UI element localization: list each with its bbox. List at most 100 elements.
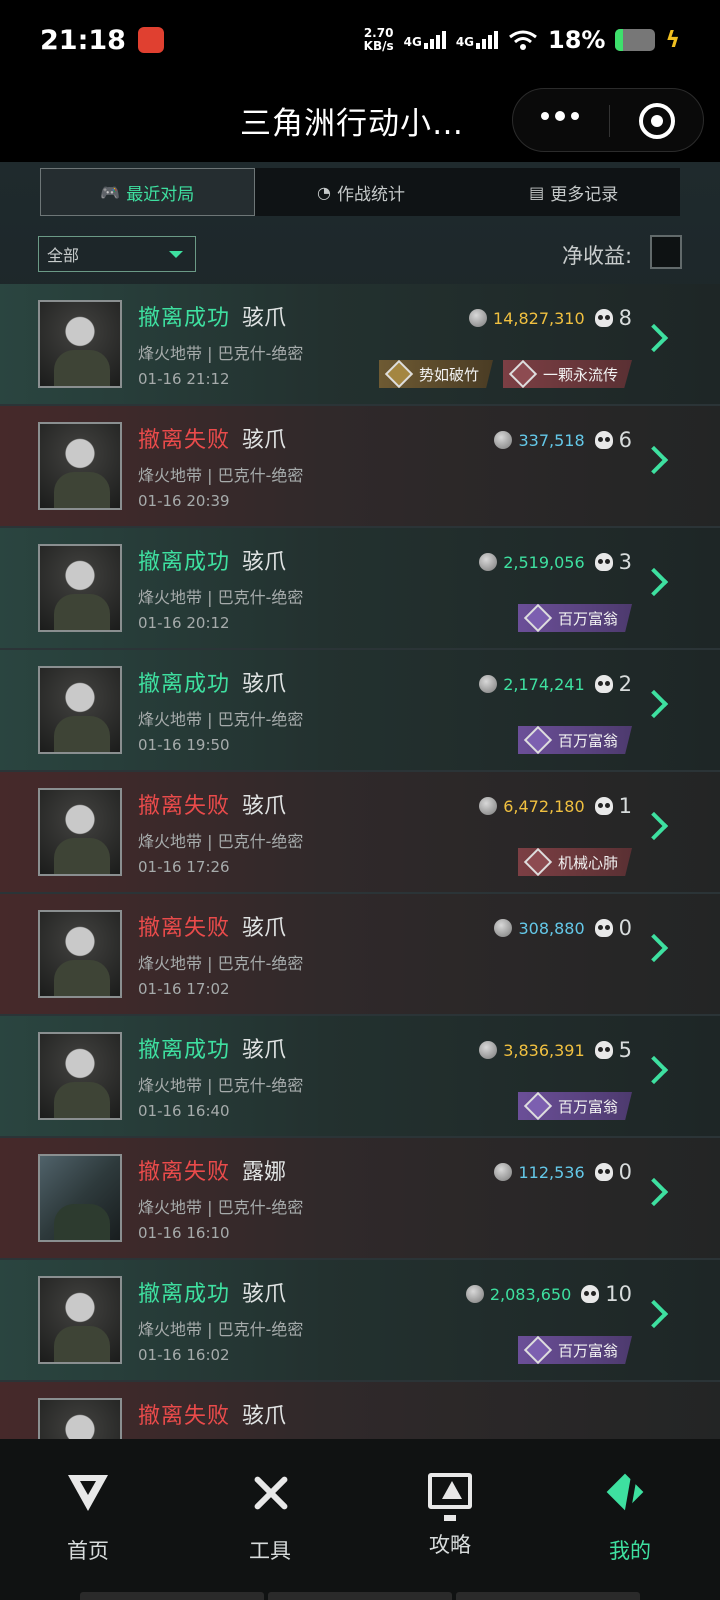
tab-label: 作战统计 <box>336 184 405 205</box>
tab-bar: 🎮 最近对局 ◔ 作战统计 ▤ 更多记录 <box>40 168 680 216</box>
match-row[interactable]: 撤离成功 骇爪 烽火地带 | 巴克什-绝密 01-16 16:02 2,083,650 1… <box>0 1260 720 1382</box>
income-amount: 14,827,310 <box>493 308 585 328</box>
status-bar: 21:18 2.70 KB/s 4G 4G 18% ϟ <box>0 0 720 80</box>
match-time: 01-16 17:02 <box>138 980 230 998</box>
chevron-right-icon[interactable] <box>639 933 669 963</box>
signal-1: 4G <box>404 31 446 49</box>
network-type-1: 4G <box>403 35 422 49</box>
chevron-right-icon[interactable] <box>639 689 669 719</box>
operator-name: 露娜 <box>242 1160 287 1185</box>
extraction-result: 撤离失败 <box>138 1160 231 1185</box>
badge-label: 百万富翁 <box>557 1341 618 1360</box>
signal-icon <box>476 31 499 49</box>
more-icon[interactable] <box>541 111 579 121</box>
nav-tools[interactable]: 工具 <box>210 1471 330 1565</box>
operator-name: 骇爪 <box>242 794 287 819</box>
match-time: 01-16 20:39 <box>138 492 230 510</box>
coin-icon <box>494 919 513 937</box>
achievement-badges: 势如破竹 一颗永流传 <box>378 360 632 388</box>
bottom-nav: 首页 工具 攻略 我的 <box>0 1439 720 1600</box>
kill-count: 2 <box>618 672 632 696</box>
mini-program-capsule <box>512 88 704 152</box>
coin-icon <box>494 431 513 449</box>
map-info: 烽火地带 | 巴克什-绝密 <box>138 466 304 485</box>
achievement-badge: 机械心肺 <box>517 848 632 876</box>
match-row[interactable]: 撤离成功 骇爪 烽火地带 | 巴克什-绝密 01-16 19:50 2,174,241 2… <box>0 650 720 772</box>
tab-more-records[interactable]: ▤ 更多记录 <box>467 168 680 216</box>
capsule-divider <box>609 105 610 137</box>
nav-label: 攻略 <box>429 1533 471 1557</box>
close-target-icon[interactable] <box>639 103 675 139</box>
nav-guide[interactable]: 攻略 <box>390 1471 510 1559</box>
tab-label: 最近对局 <box>126 184 195 205</box>
tab-combat-stats[interactable]: ◔ 作战统计 <box>255 168 468 216</box>
skull-icon <box>594 675 613 693</box>
income-amount: 3,836,391 <box>503 1040 585 1060</box>
net-income-checkbox[interactable] <box>650 235 682 269</box>
match-row[interactable]: 撤离成功 骇爪 烽火地带 | 巴克什-绝密 01-16 16:40 3,836,391 5… <box>0 1016 720 1138</box>
match-time: 01-16 16:10 <box>138 1224 230 1242</box>
operator-avatar <box>38 910 122 998</box>
badge-icon <box>523 604 553 632</box>
signal-2: 4G <box>456 31 499 49</box>
extraction-result: 撤离成功 <box>138 1038 231 1063</box>
operator-avatar <box>38 1154 122 1242</box>
chevron-right-icon[interactable] <box>639 1055 669 1085</box>
match-row[interactable]: 撤离失败 骇爪 <box>0 1382 720 1439</box>
match-row[interactable]: 撤离失败 骇爪 烽火地带 | 巴克什-绝密 01-16 20:39 337,518 6 <box>0 406 720 528</box>
achievement-badges: 百万富翁 <box>517 1336 632 1364</box>
map-info: 烽火地带 | 巴克什-绝密 <box>138 1320 304 1339</box>
badge-label: 机械心肺 <box>557 853 618 872</box>
operator-avatar <box>38 544 122 632</box>
status-indicators: 2.70 KB/s 4G 4G 18% ϟ <box>364 26 680 54</box>
chevron-right-icon[interactable] <box>639 567 669 597</box>
match-row[interactable]: 撤离成功 骇爪 烽火地带 | 巴克什-绝密 01-16 20:12 2,519,056 3… <box>0 528 720 650</box>
achievement-badge: 百万富翁 <box>517 1336 632 1364</box>
filter-selected-value: 全部 <box>47 246 80 265</box>
pie-chart-icon: ◔ <box>317 182 331 202</box>
match-row[interactable]: 撤离成功 骇爪 烽火地带 | 巴克什-绝密 01-16 21:12 14,827,310… <box>0 284 720 406</box>
coin-icon <box>465 1285 484 1303</box>
coin-icon <box>479 797 498 815</box>
kill-count: 5 <box>618 1038 632 1062</box>
net-income-label: 净收益: <box>562 244 633 268</box>
extraction-result: 撤离失败 <box>138 1404 231 1429</box>
coin-icon <box>479 553 498 571</box>
match-row[interactable]: 撤离失败 骇爪 烽火地带 | 巴克什-绝密 01-16 17:26 6,472,180 1… <box>0 772 720 894</box>
coin-icon <box>469 309 488 327</box>
kill-count: 10 <box>605 1282 632 1306</box>
guide-monitor-icon <box>428 1473 472 1521</box>
nav-label: 我的 <box>609 1539 651 1563</box>
gesture-bar <box>80 1592 640 1600</box>
operator-avatar <box>38 422 122 510</box>
tab-recent-matches[interactable]: 🎮 最近对局 <box>40 168 255 216</box>
operator-name: 骇爪 <box>242 1282 287 1307</box>
kill-count: 8 <box>618 306 632 330</box>
nav-home[interactable]: 首页 <box>28 1471 148 1565</box>
match-time: 01-16 16:02 <box>138 1346 230 1364</box>
coin-icon <box>494 1163 513 1181</box>
chevron-right-icon[interactable] <box>639 1177 669 1207</box>
operator-name: 骇爪 <box>242 306 287 331</box>
chevron-right-icon[interactable] <box>639 323 669 353</box>
title-bar: 三角洲行动小… <box>0 80 720 162</box>
match-row[interactable]: 撤离失败 骇爪 烽火地带 | 巴克什-绝密 01-16 17:02 308,880 0 <box>0 894 720 1016</box>
income-amount: 308,880 <box>518 918 585 938</box>
extraction-result: 撤离成功 <box>138 672 231 697</box>
match-time: 01-16 19:50 <box>138 736 230 754</box>
operator-avatar <box>38 666 122 754</box>
mode-filter-select[interactable]: 全部 <box>38 236 196 272</box>
badge-icon <box>523 848 553 876</box>
operator-name: 骇爪 <box>242 550 287 575</box>
income-amount: 2,519,056 <box>503 552 585 572</box>
operator-avatar <box>38 1398 122 1439</box>
achievement-badges: 百万富翁 <box>517 1092 632 1120</box>
chevron-right-icon[interactable] <box>639 445 669 475</box>
charging-icon: ϟ <box>665 27 680 53</box>
chevron-right-icon[interactable] <box>639 811 669 841</box>
gamepad-icon: 🎮 <box>100 182 121 202</box>
operator-avatar <box>38 1032 122 1120</box>
nav-profile[interactable]: 我的 <box>570 1471 690 1565</box>
chevron-right-icon[interactable] <box>639 1299 669 1329</box>
match-row[interactable]: 撤离失败 露娜 烽火地带 | 巴克什-绝密 01-16 16:10 112,536 0 <box>0 1138 720 1260</box>
